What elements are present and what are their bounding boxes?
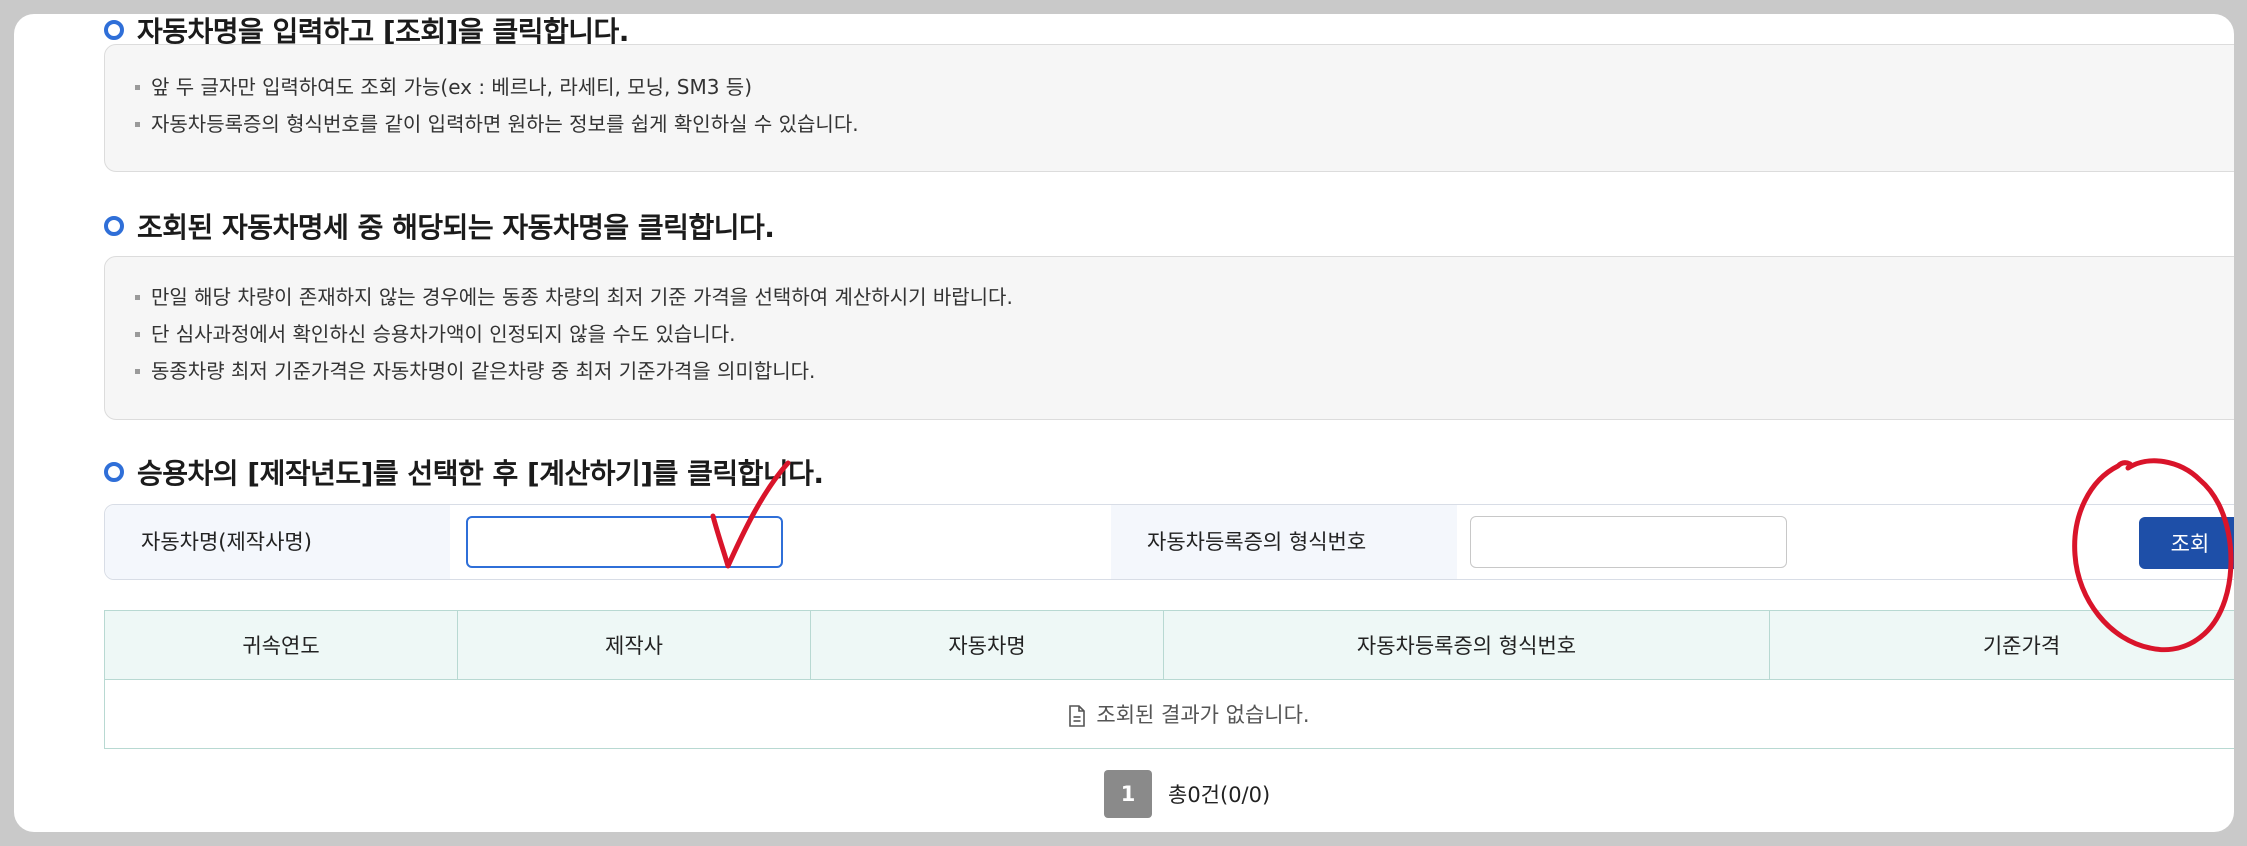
empty-result-message: 조회된 결과가 없습니다. xyxy=(1096,703,1310,727)
guide-note: 만일 해당 차량이 존재하지 않는 경우에는 동종 차량의 최저 기준 가격을 … xyxy=(135,279,2234,316)
main-panel: 자동차명을 입력하고 [조회]을 클릭합니다. 앞 두 글자만 입력하여도 조회… xyxy=(14,14,2234,832)
step3-title: 승용차의 [제작년도]를 선택한 후 [계산하기]를 클릭합니다. xyxy=(137,457,824,490)
car-name-input[interactable] xyxy=(466,516,783,568)
table-header-row: 귀속연도 제작사 자동차명 자동차등록증의 형식번호 기준가격 xyxy=(104,610,2234,680)
bullet-circle-icon xyxy=(104,216,124,236)
pagination: 1 총0건(0/0) xyxy=(1104,770,1270,818)
type-number-label: 자동차등록증의 형식번호 xyxy=(1111,505,1457,579)
column-header: 귀속연도 xyxy=(104,610,458,680)
step1-guide-box: 앞 두 글자만 입력하여도 조회 가능(ex : 베르나, 라세티, 모닝, S… xyxy=(104,44,2234,172)
step3-heading: 승용차의 [제작년도]를 선택한 후 [계산하기]를 클릭합니다. xyxy=(104,452,824,492)
page-button-current[interactable]: 1 xyxy=(1104,770,1152,818)
column-header: 자동차등록증의 형식번호 xyxy=(1163,610,1770,680)
column-header: 기준가격 xyxy=(1769,610,2234,680)
column-header: 제작사 xyxy=(457,610,811,680)
bullet-circle-icon xyxy=(104,20,124,40)
empty-result-cell: 조회된 결과가 없습니다. xyxy=(104,679,2234,749)
type-number-input[interactable] xyxy=(1470,516,1787,568)
guide-note: 동종차량 최저 기준가격은 자동차명이 같은차량 중 최저 기준가격을 의미합니… xyxy=(135,353,2234,390)
document-icon xyxy=(1069,705,1086,727)
step2-title: 조회된 자동차명세 중 해당되는 자동차명을 클릭합니다. xyxy=(137,211,775,244)
table-row: 조회된 결과가 없습니다. xyxy=(104,679,2234,749)
total-count: 총0건(0/0) xyxy=(1168,783,1271,807)
car-name-label: 자동차명(제작사명) xyxy=(105,505,450,579)
search-button[interactable]: 조회 xyxy=(2139,517,2234,569)
guide-note: 앞 두 글자만 입력하여도 조회 가능(ex : 베르나, 라세티, 모닝, S… xyxy=(135,69,2234,106)
column-header: 자동차명 xyxy=(810,610,1164,680)
search-form: 자동차명(제작사명) 자동차등록증의 형식번호 조회 xyxy=(104,504,2234,580)
guide-note: 자동차등록증의 형식번호를 같이 입력하면 원하는 정보를 쉽게 확인하실 수 … xyxy=(135,106,2234,143)
step2-heading: 조회된 자동차명세 중 해당되는 자동차명을 클릭합니다. xyxy=(104,206,775,246)
result-table: 귀속연도 제작사 자동차명 자동차등록증의 형식번호 기준가격 조회된 결과가 … xyxy=(104,610,2234,749)
bullet-circle-icon xyxy=(104,462,124,482)
guide-note: 단 심사과정에서 확인하신 승용차가액이 인정되지 않을 수도 있습니다. xyxy=(135,316,2234,353)
step2-guide-box: 만일 해당 차량이 존재하지 않는 경우에는 동종 차량의 최저 기준 가격을 … xyxy=(104,256,2234,420)
